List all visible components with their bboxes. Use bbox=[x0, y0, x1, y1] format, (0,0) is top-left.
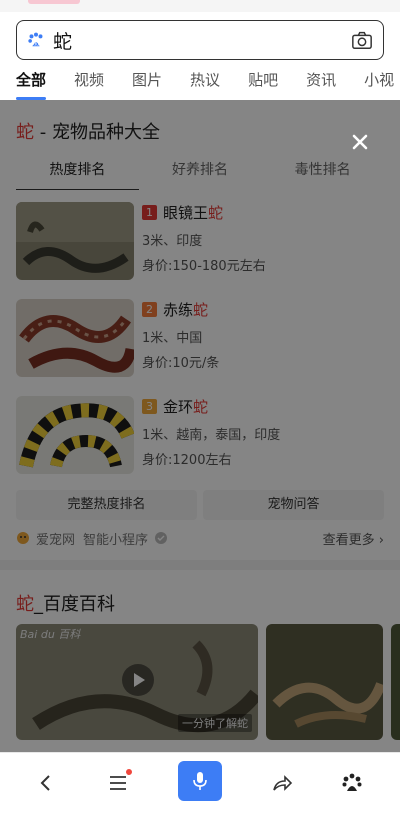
see-more-link[interactable]: 查看更多 › bbox=[323, 529, 384, 548]
pet-card-buttons: 完整热度排名 宠物问答 bbox=[16, 490, 384, 520]
menu-button[interactable] bbox=[98, 763, 138, 803]
snake-price: 身价:10元/条 bbox=[142, 356, 220, 371]
svg-text:du: du bbox=[33, 41, 39, 47]
tab-video[interactable]: 视频 bbox=[74, 66, 104, 100]
video-caption: 一分钟了解蛇 bbox=[178, 714, 252, 732]
baidu-home-button[interactable] bbox=[332, 763, 372, 803]
snake-name: 1 眼镜王蛇 bbox=[142, 202, 266, 222]
rank-badge: 2 bbox=[142, 301, 157, 317]
tab-short-video[interactable]: 小视 bbox=[364, 66, 394, 100]
source-name[interactable]: 爱宠网 bbox=[36, 529, 75, 548]
rank-badge: 1 bbox=[142, 204, 157, 220]
top-status-strip bbox=[0, 0, 400, 12]
section-divider bbox=[0, 560, 400, 570]
pet-card-title[interactable]: 蛇 - 宠物品种大全 bbox=[16, 118, 160, 144]
baike-title[interactable]: 蛇_百度百科 bbox=[16, 590, 115, 616]
video-watermark: Bai du 百科 bbox=[20, 628, 81, 641]
full-ranking-button[interactable]: 完整热度排名 bbox=[16, 490, 197, 520]
baike-image[interactable] bbox=[266, 624, 383, 740]
snake-meta: 1米、中国 bbox=[142, 331, 203, 346]
list-item[interactable]: 3 金环蛇 1米、越南，泰国，印度 身价:1200左右 bbox=[16, 396, 384, 476]
tab-image[interactable]: 图片 bbox=[132, 66, 162, 100]
snake-meta: 3米、印度 bbox=[142, 234, 203, 249]
subtab-easy-care[interactable]: 好养排名 bbox=[139, 156, 262, 190]
share-icon bbox=[273, 775, 293, 791]
tab-all[interactable]: 全部 bbox=[16, 66, 47, 100]
pet-card-subtabs: 热度排名 好养排名 毒性排名 bbox=[16, 156, 384, 190]
mini-program-icon bbox=[155, 532, 168, 544]
tab-tieba[interactable]: 贴吧 bbox=[248, 66, 278, 100]
notification-dot bbox=[126, 769, 132, 775]
menu-icon bbox=[110, 776, 126, 790]
tab-news[interactable]: 资讯 bbox=[306, 66, 336, 100]
rank-badge: 3 bbox=[142, 398, 157, 414]
camera-icon[interactable] bbox=[351, 29, 373, 51]
snake-meta: 1米、越南，泰国，印度 bbox=[142, 428, 281, 443]
subtab-toxicity[interactable]: 毒性排名 bbox=[261, 156, 384, 190]
aichong-logo-icon bbox=[17, 532, 29, 544]
tab-discussion[interactable]: 热议 bbox=[190, 66, 220, 100]
search-tabs: 全部 视频 图片 热议 贴吧 资讯 小视 bbox=[0, 66, 400, 100]
mic-icon bbox=[193, 772, 207, 790]
search-bar[interactable]: du 蛇 bbox=[16, 20, 384, 60]
back-button[interactable] bbox=[26, 763, 66, 803]
pet-qa-button[interactable]: 宠物问答 bbox=[203, 490, 384, 520]
snake-price: 身价:150-180元左右 bbox=[142, 259, 266, 274]
list-item[interactable]: 2 赤练蛇 1米、中国 身价:10元/条 bbox=[16, 299, 384, 379]
snake-name: 3 金环蛇 bbox=[142, 396, 280, 416]
snake-photo bbox=[16, 299, 134, 377]
baidu-paw-icon: du bbox=[28, 32, 43, 47]
subtab-popularity[interactable]: 热度排名 bbox=[16, 156, 139, 190]
baidu-paw-icon bbox=[342, 773, 362, 791]
results-content: 蛇 - 宠物品种大全 热度排名 好养排名 毒性排名 1 眼镜王蛇 3米、印度 身… bbox=[0, 100, 400, 752]
snake-name: 2 赤练蛇 bbox=[142, 299, 219, 319]
snake-photo bbox=[16, 202, 134, 280]
back-icon bbox=[40, 775, 50, 791]
close-icon[interactable] bbox=[346, 128, 374, 156]
baike-video[interactable]: Bai du 百科 一分钟了解蛇 bbox=[16, 624, 258, 740]
snake-photo bbox=[16, 396, 134, 474]
voice-search-button[interactable] bbox=[178, 761, 222, 801]
source-type: 智能小程序 bbox=[83, 532, 149, 548]
share-button[interactable] bbox=[262, 763, 302, 803]
baike-image-partial[interactable] bbox=[391, 624, 400, 740]
snake-price: 身价:1200左右 bbox=[142, 453, 232, 468]
list-item[interactable]: 1 眼镜王蛇 3米、印度 身价:150-180元左右 bbox=[16, 202, 384, 282]
search-query[interactable]: 蛇 bbox=[53, 27, 351, 54]
play-icon[interactable] bbox=[122, 664, 154, 696]
bottom-nav bbox=[0, 752, 400, 817]
source-row: 爱宠网 智能小程序 查看更多 › bbox=[16, 528, 384, 548]
